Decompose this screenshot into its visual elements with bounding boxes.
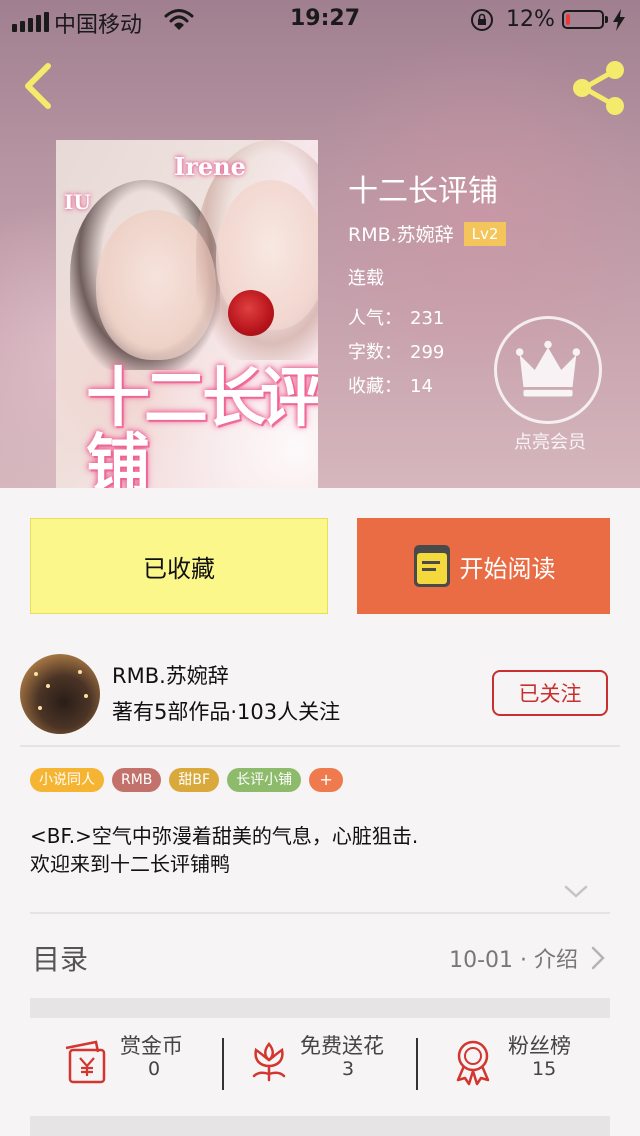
intro-line: 欢迎来到十二长评铺鸭 [30,852,230,876]
tag-item[interactable]: RMB [112,768,162,792]
battery-percent: 12% [506,7,555,32]
stat-label: 字数： [348,342,402,363]
book-author-row: RMB.苏婉辞 Lv2 [348,220,507,247]
red-envelope-icon [65,1040,106,1084]
start-reading-button[interactable]: 开始阅读 [357,518,610,614]
reward-value: 15 [532,1058,557,1080]
share-button[interactable] [568,58,628,118]
level-badge: Lv2 [463,221,507,246]
follow-button[interactable]: 已关注 [492,670,608,716]
reward-value: 0 [148,1058,161,1080]
author-card[interactable]: RMB.苏婉辞 著有5部作品·103人关注 已关注 [0,650,640,744]
carrier-name: 中国移动 [54,13,143,38]
divider [222,1038,224,1090]
cover-name-irene: Irene [174,152,246,181]
tag-item[interactable]: 甜BF [169,768,220,792]
stat-popularity: 人气： 231 [348,304,444,330]
reward-label: 赏金币 [120,1034,183,1058]
intro-line: <BF.>空气中弥漫着甜美的气息，心脏狙击. [30,824,419,848]
chevron-down-icon [564,885,588,898]
book-intro: <BF.>空气中弥漫着甜美的气息，心脏狙击. 欢迎来到十二长评铺鸭 [30,822,610,878]
reward-label: 免费送花 [300,1034,384,1058]
author-name[interactable]: RMB.苏婉辞 [112,660,229,690]
charging-icon [613,9,625,31]
flower-icon [252,1042,286,1082]
cover-title: 十二长评铺 [86,362,318,488]
section-separator [30,998,610,1018]
author-meta: 著有5部作品·103人关注 [112,700,341,724]
battery-icon [562,10,608,29]
stat-collections: 收藏： 14 [348,372,433,398]
book-title: 十二长评铺 [348,174,498,209]
cover-name-iu: IU [64,190,91,214]
tag-item[interactable]: 小说同人 [30,768,104,792]
signal-icon [12,12,49,32]
book-detail-body: 已收藏 开始阅读 RMB.苏婉辞 著有5部作品·103人关注 已关注 小说同人 … [0,488,640,1136]
reward-coins-button[interactable]: 赏金币 0 [60,1028,230,1098]
wifi-icon [164,9,194,30]
divider [416,1038,418,1090]
vip-label: 点亮会员 [514,432,586,453]
back-button[interactable] [18,58,62,114]
add-tag-button[interactable]: + [309,768,344,792]
book-header: 中国移动 19:27 12% Irene IU 十二长评铺 十二长评铺 RMB.… [0,0,640,488]
divider [30,912,610,914]
reward-value: 3 [342,1058,355,1080]
toc-latest-info: 10-01 · 介绍 [449,948,578,973]
book-status: 连载 [348,268,384,289]
collected-button[interactable]: 已收藏 [30,518,328,614]
reward-bar: 赏金币 0 免费送花 3 粉丝榜 15 [30,1028,610,1108]
vip-button[interactable]: 点亮会员 [494,316,606,454]
avatar[interactable] [20,654,100,734]
reward-label: 粉丝榜 [508,1034,571,1058]
stat-value: 299 [410,342,445,363]
chevron-right-icon [591,946,605,970]
medal-icon [456,1040,490,1086]
divider [20,745,620,747]
toc-label: 目录 [32,943,89,976]
cover-rose [228,290,274,336]
stat-label: 收藏： [348,376,402,397]
stat-word-count: 字数： 299 [348,338,444,364]
book-icon [413,545,450,587]
crown-icon [515,340,581,397]
free-flower-button[interactable]: 免费送花 3 [244,1028,416,1098]
clock: 19:27 [290,6,361,31]
book-author[interactable]: RMB.苏婉辞 [348,220,454,247]
stat-value: 14 [410,376,433,397]
fan-ranking-button[interactable]: 粉丝榜 15 [448,1028,598,1098]
book-cover[interactable]: Irene IU 十二长评铺 [56,140,318,488]
vip-circle [494,316,602,424]
stat-label: 人气： [348,308,402,329]
book-detail-page: 中国移动 19:27 12% Irene IU 十二长评铺 十二长评铺 RMB.… [0,0,640,1136]
expand-button[interactable] [562,882,590,902]
section-separator [30,1116,610,1136]
tag-list: 小说同人 RMB 甜BF 长评小铺 + [30,768,344,792]
table-of-contents-row[interactable]: 目录 10-01 · 介绍 [30,928,610,986]
start-reading-label: 开始阅读 [459,554,556,583]
share-icon [573,61,624,115]
rotation-lock-icon [471,9,493,31]
stat-value: 231 [410,308,445,329]
status-bar: 中国移动 19:27 12% [0,0,640,40]
tag-item[interactable]: 长评小铺 [227,768,302,792]
